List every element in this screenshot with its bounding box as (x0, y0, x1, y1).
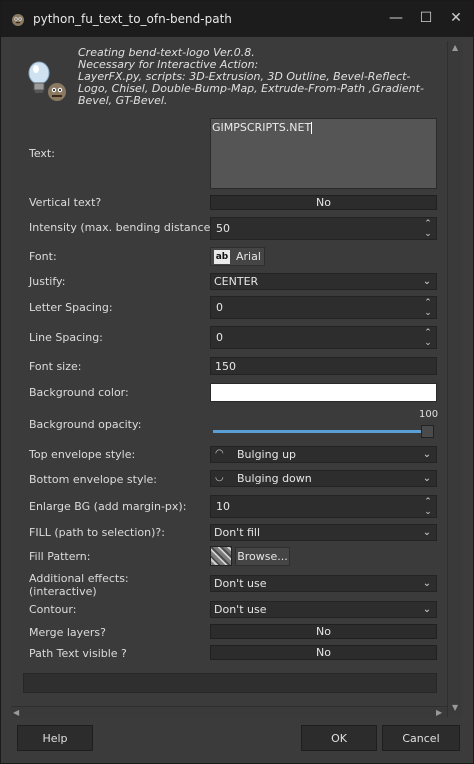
chevron-down-icon: ⌄ (422, 276, 432, 287)
cancel-button[interactable]: Cancel (382, 725, 460, 751)
bulge-down-icon: ◡ (215, 472, 224, 483)
fill-label: FILL (path to selection)?: (29, 526, 165, 539)
top-envelope-value: Bulging up (237, 448, 297, 461)
minimize-icon[interactable]: — (384, 7, 408, 29)
enlarge-bg-value: 10 (216, 500, 230, 513)
fill-pattern-label: Fill Pattern: (29, 550, 91, 563)
letter-spacing-label: Letter Spacing: (29, 301, 113, 314)
font-icon: ab (214, 249, 230, 264)
merge-layers-label: Merge layers? (29, 626, 106, 639)
opacity-value: 100 (419, 409, 439, 420)
font-label: Font: (29, 250, 57, 263)
browse-button[interactable]: Browse... (235, 546, 290, 566)
justify-value: CENTER (214, 275, 259, 288)
path-text-visible-label: Path Text visible ? (29, 647, 127, 660)
text-caret (311, 122, 313, 134)
scroll-down-icon[interactable]: ▼ (452, 703, 458, 712)
maximize-icon[interactable]: ☐ (414, 7, 438, 29)
font-name: Arial (236, 250, 261, 263)
font-size-input[interactable]: 150 (210, 357, 437, 375)
contour-select[interactable]: Don't use ⌄ (210, 601, 437, 618)
top-envelope-select[interactable]: ◠ Bulging up ⌄ (210, 446, 437, 463)
bottom-envelope-label: Bottom envelope style: (29, 473, 157, 486)
line-spacing-label: Line Spacing: (29, 331, 103, 344)
vertical-scrollbar[interactable]: ▲ ▼ (447, 41, 463, 717)
chevron-down-icon: ⌄ (422, 449, 432, 460)
bottom-envelope-select[interactable]: ◡ Bulging down ⌄ (210, 470, 437, 487)
scroll-right-icon[interactable]: ▶ (436, 708, 442, 717)
font-size-label: Font size: (29, 360, 82, 373)
additional-effects-label: Additional effects: (interactive) (29, 572, 129, 598)
contour-label: Contour: (29, 603, 77, 616)
additional-effects-value: Don't use (214, 577, 267, 590)
text-input[interactable]: GIMPSCRIPTS.NET (210, 118, 437, 189)
pattern-swatch[interactable] (210, 546, 232, 566)
background-color-swatch[interactable] (210, 383, 437, 402)
top-envelope-label: Top envelope style: (29, 448, 136, 461)
chevron-down-icon[interactable]: ⌄ (422, 229, 434, 239)
chevron-down-icon[interactable]: ⌄ (422, 507, 434, 517)
window-title: python_fu_text_to_ofn-bend-path (33, 12, 232, 26)
enlarge-bg-spinner[interactable]: 10 ⌃ ⌄ (210, 495, 437, 518)
path-text-visible-toggle[interactable]: No (210, 645, 437, 660)
intensity-value: 50 (216, 222, 230, 235)
line-spacing-value: 0 (216, 331, 223, 344)
title-bar[interactable]: python_fu_text_to_ofn-bend-path — ☐ ✕ (1, 1, 473, 37)
help-button[interactable]: Help (17, 725, 93, 751)
justify-label: Justify: (29, 275, 66, 288)
gimp-app-icon (9, 10, 27, 28)
background-color-label: Background color: (29, 386, 129, 399)
chevron-up-icon[interactable]: ⌃ (422, 328, 434, 338)
fill-value: Don't fill (214, 526, 261, 539)
vertical-text-label: Vertical text? (29, 196, 102, 209)
opacity-slider-handle[interactable] (421, 425, 434, 438)
chevron-down-icon: ⌄ (422, 527, 432, 538)
chevron-up-icon[interactable]: ⌃ (422, 497, 434, 507)
lightbulb-info-icon (23, 59, 69, 103)
merge-layers-toggle[interactable]: No (210, 624, 437, 639)
scroll-up-icon[interactable]: ▲ (452, 43, 458, 52)
scroll-left-icon[interactable]: ◀ (13, 708, 19, 717)
letter-spacing-spinner[interactable]: 0 ⌃ ⌄ (210, 296, 437, 319)
bulge-up-icon: ◠ (215, 448, 224, 459)
close-icon[interactable]: ✕ (444, 7, 468, 29)
fill-select[interactable]: Don't fill ⌄ (210, 524, 437, 541)
chevron-down-icon: ⌄ (422, 604, 432, 615)
additional-effects-select[interactable]: Don't use ⌄ (210, 575, 437, 592)
chevron-down-icon: ⌄ (422, 578, 432, 589)
bottom-envelope-value: Bulging down (237, 472, 312, 485)
vertical-text-toggle[interactable]: No (210, 195, 437, 210)
intensity-label: Intensity (max. bending distance): (29, 221, 219, 234)
chevron-up-icon[interactable]: ⌃ (422, 219, 434, 229)
letter-spacing-value: 0 (216, 301, 223, 314)
dialog-window: python_fu_text_to_ofn-bend-path — ☐ ✕ ▲ … (0, 0, 474, 764)
intensity-spinner[interactable]: 50 ⌃ ⌄ (210, 217, 437, 240)
chevron-down-icon: ⌄ (422, 473, 432, 484)
enlarge-bg-label: Enlarge BG (add margin-px): (29, 500, 187, 513)
chevron-down-icon[interactable]: ⌄ (422, 308, 434, 318)
fill-pattern-picker[interactable]: Browse... (210, 546, 290, 566)
text-input-value: GIMPSCRIPTS.NET (212, 121, 312, 134)
script-description: Creating bend-text-logo Ver.0.8. Necessa… (78, 46, 424, 107)
ok-button[interactable]: OK (301, 725, 377, 751)
chevron-down-icon[interactable]: ⌄ (422, 338, 434, 348)
progress-bar (23, 673, 437, 693)
text-label: Text: (29, 147, 55, 160)
horizontal-scrollbar[interactable]: ◀ ▶ (11, 706, 447, 718)
chevron-up-icon[interactable]: ⌃ (422, 298, 434, 308)
background-opacity-label: Background opacity: (29, 418, 142, 431)
opacity-slider-track[interactable] (213, 430, 427, 433)
font-select-button[interactable]: ab Arial (210, 247, 265, 266)
justify-select[interactable]: CENTER ⌄ (210, 273, 437, 290)
contour-value: Don't use (214, 603, 267, 616)
line-spacing-spinner[interactable]: 0 ⌃ ⌄ (210, 326, 437, 349)
